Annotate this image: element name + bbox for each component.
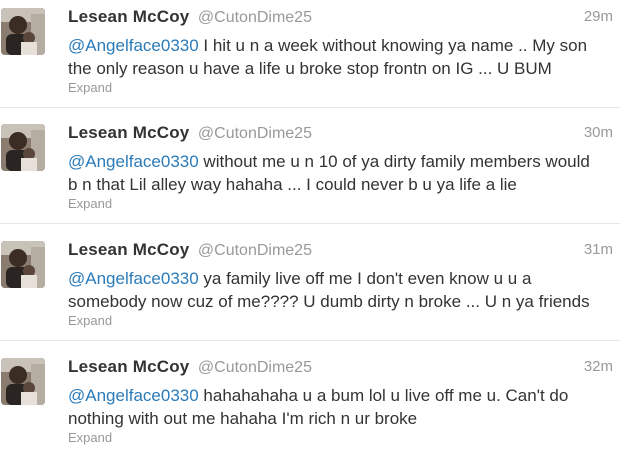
expand-link[interactable]: Expand <box>68 313 112 328</box>
author-handle[interactable]: @CutonDime25 <box>198 9 312 26</box>
tweet-timestamp[interactable]: 29m <box>584 8 613 25</box>
tweet-timestamp[interactable]: 30m <box>584 124 613 141</box>
tweet-item[interactable]: Lesean McCoy @CutonDime25 32m @Angelface… <box>0 342 620 450</box>
tweet-timeline: Lesean McCoy @CutonDime25 29m @Angelface… <box>0 0 620 450</box>
mention-link[interactable]: @Angelface0330 <box>68 36 199 55</box>
tweet-text: @Angelface0330 hahahahaha u a bum lol u … <box>68 384 618 430</box>
mention-link[interactable]: @Angelface0330 <box>68 386 199 405</box>
tweet-text-line2: the only reason u have a life u broke st… <box>68 59 552 78</box>
author-name[interactable]: Lesean McCoy <box>68 7 189 26</box>
tweet-text-line1: hahahahaha u a bum lol u live off me u. … <box>198 386 569 405</box>
tweet-header: Lesean McCoy @CutonDime25 29m <box>68 7 613 31</box>
avatar[interactable] <box>1 124 45 171</box>
mention-link[interactable]: @Angelface0330 <box>68 269 199 288</box>
tweet-text: @Angelface0330 ya family live off me I d… <box>68 267 618 313</box>
author-handle[interactable]: @CutonDime25 <box>198 359 312 376</box>
tweet-timestamp[interactable]: 32m <box>584 358 613 375</box>
tweet-header: Lesean McCoy @CutonDime25 31m <box>68 240 613 264</box>
author-name[interactable]: Lesean McCoy <box>68 123 189 142</box>
tweet-item[interactable]: Lesean McCoy @CutonDime25 30m @Angelface… <box>0 108 620 224</box>
tweet-header: Lesean McCoy @CutonDime25 32m <box>68 357 613 381</box>
tweet-text-line2: b n that Lil alley way hahaha ... I coul… <box>68 175 517 194</box>
tweet-timestamp[interactable]: 31m <box>584 241 613 258</box>
expand-link[interactable]: Expand <box>68 430 112 445</box>
author-handle[interactable]: @CutonDime25 <box>198 242 312 259</box>
tweet-item[interactable]: Lesean McCoy @CutonDime25 31m @Angelface… <box>0 225 620 341</box>
avatar[interactable] <box>1 8 45 55</box>
mention-link[interactable]: @Angelface0330 <box>68 152 199 171</box>
tweet-header: Lesean McCoy @CutonDime25 30m <box>68 123 613 147</box>
author-handle[interactable]: @CutonDime25 <box>198 125 312 142</box>
avatar[interactable] <box>1 358 45 405</box>
tweet-text: @Angelface0330 I hit u n a week without … <box>68 34 618 80</box>
avatar[interactable] <box>1 241 45 288</box>
tweet-text-line1: I hit u n a week without knowing ya name… <box>198 36 588 55</box>
tweet-text-line2: somebody now cuz of me???? U dumb dirty … <box>68 292 590 311</box>
tweet-text: @Angelface0330 without me u n 10 of ya d… <box>68 150 618 196</box>
author-name[interactable]: Lesean McCoy <box>68 240 189 259</box>
tweet-text-line1: ya family live off me I don't even know … <box>198 269 532 288</box>
expand-link[interactable]: Expand <box>68 196 112 211</box>
author-name[interactable]: Lesean McCoy <box>68 357 189 376</box>
expand-link[interactable]: Expand <box>68 80 112 95</box>
tweet-text-line1: without me u n 10 of ya dirty family mem… <box>198 152 590 171</box>
tweet-item[interactable]: Lesean McCoy @CutonDime25 29m @Angelface… <box>0 0 620 108</box>
tweet-text-line2: nothing with out me hahaha I'm rich n ur… <box>68 409 418 428</box>
